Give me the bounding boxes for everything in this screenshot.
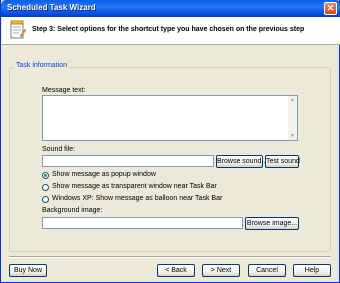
- background-image-label: Background image:: [42, 207, 103, 214]
- step-title: Step 3: Select options for the shortcut …: [32, 26, 305, 33]
- back-button[interactable]: < Back: [157, 264, 195, 277]
- buy-now-button[interactable]: Buy Now: [9, 264, 47, 277]
- group-label: Task information: [14, 62, 69, 69]
- wizard-notepad-icon: [10, 20, 26, 39]
- background-image-input[interactable]: [42, 217, 243, 229]
- message-scrollbar[interactable]: ▲ ▼: [288, 96, 297, 140]
- wizard-window: Scheduled Task Wizard ✕ Step 3: Select o…: [0, 0, 340, 283]
- scroll-down-icon[interactable]: ▼: [288, 132, 297, 140]
- scroll-up-icon[interactable]: ▲: [288, 96, 297, 104]
- radio-transparent-window[interactable]: [42, 184, 49, 191]
- radio-balloon[interactable]: [42, 196, 49, 203]
- footer-divider: [9, 256, 331, 258]
- option-balloon-label[interactable]: Windows XP: Show message as balloon near…: [52, 195, 222, 202]
- sound-file-label: Sound file:: [42, 146, 76, 153]
- cancel-button[interactable]: Cancel: [248, 264, 286, 277]
- radio-popup-window[interactable]: [42, 172, 49, 179]
- sound-file-input[interactable]: [42, 155, 214, 167]
- option-popup-label[interactable]: Show message as popup window: [52, 171, 156, 178]
- option-transparent-label[interactable]: Show message as transparent window near …: [52, 183, 217, 190]
- browse-sound-button[interactable]: Browse sound...: [216, 155, 267, 168]
- title-bar[interactable]: Scheduled Task Wizard ✕: [1, 0, 340, 17]
- close-icon: ✕: [326, 3, 335, 13]
- message-text-label: Message text:: [42, 87, 86, 94]
- browse-image-button[interactable]: Browse image...: [245, 217, 299, 230]
- next-button[interactable]: > Next: [202, 264, 240, 277]
- test-sound-button[interactable]: Test sound: [265, 155, 300, 168]
- wizard-header: Step 3: Select options for the shortcut …: [2, 17, 340, 45]
- window-title: Scheduled Task Wizard: [7, 3, 96, 12]
- message-text-area[interactable]: ▲ ▼: [42, 95, 298, 141]
- close-button[interactable]: ✕: [324, 2, 337, 15]
- help-button[interactable]: Help: [293, 264, 331, 277]
